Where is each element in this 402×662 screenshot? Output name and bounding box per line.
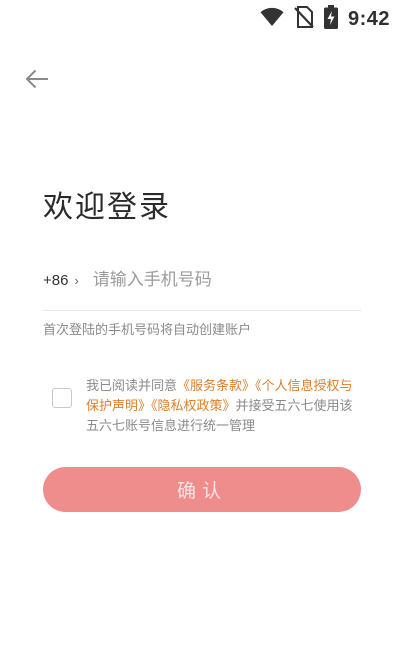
status-time: 9:42 bbox=[347, 7, 390, 30]
agreement-checkbox[interactable] bbox=[52, 388, 72, 408]
chevron-right-icon: › bbox=[74, 272, 79, 288]
auto-register-hint: 首次登陆的手机号码将自动创建账户 bbox=[43, 323, 252, 338]
back-button[interactable] bbox=[22, 66, 52, 96]
phone-row: +86 › bbox=[43, 264, 361, 296]
no-sim-icon bbox=[294, 6, 314, 32]
page-title: 欢迎登录 bbox=[43, 190, 171, 226]
country-code-label: +86 bbox=[43, 271, 69, 289]
status-icons: 9:42 bbox=[260, 5, 390, 33]
service-terms-link[interactable]: 《服务条款》 bbox=[177, 379, 255, 394]
agreement-prefix: 我已阅读并同意 bbox=[86, 379, 178, 394]
phone-divider bbox=[43, 310, 361, 311]
phone-input[interactable] bbox=[92, 270, 333, 290]
status-bar: 9:42 bbox=[0, 0, 402, 38]
confirm-button[interactable]: 确认 bbox=[43, 467, 361, 512]
agreement-text: 我已阅读并同意《服务条款》《个人信息授权与保护声明》《隐私权政策》并接受五六七使… bbox=[86, 377, 362, 437]
privacy-policy-link[interactable]: 《隐私权政策》 bbox=[151, 399, 236, 414]
battery-charging-icon bbox=[323, 5, 338, 33]
arrow-left-icon bbox=[25, 69, 49, 93]
login-screen: 9:42 欢迎登录 +86 › 首次登陆的手机号码将自动创建账户 我已阅读并同意… bbox=[0, 0, 402, 662]
wifi-icon bbox=[260, 7, 284, 31]
country-code-selector[interactable]: +86 › bbox=[43, 272, 79, 289]
